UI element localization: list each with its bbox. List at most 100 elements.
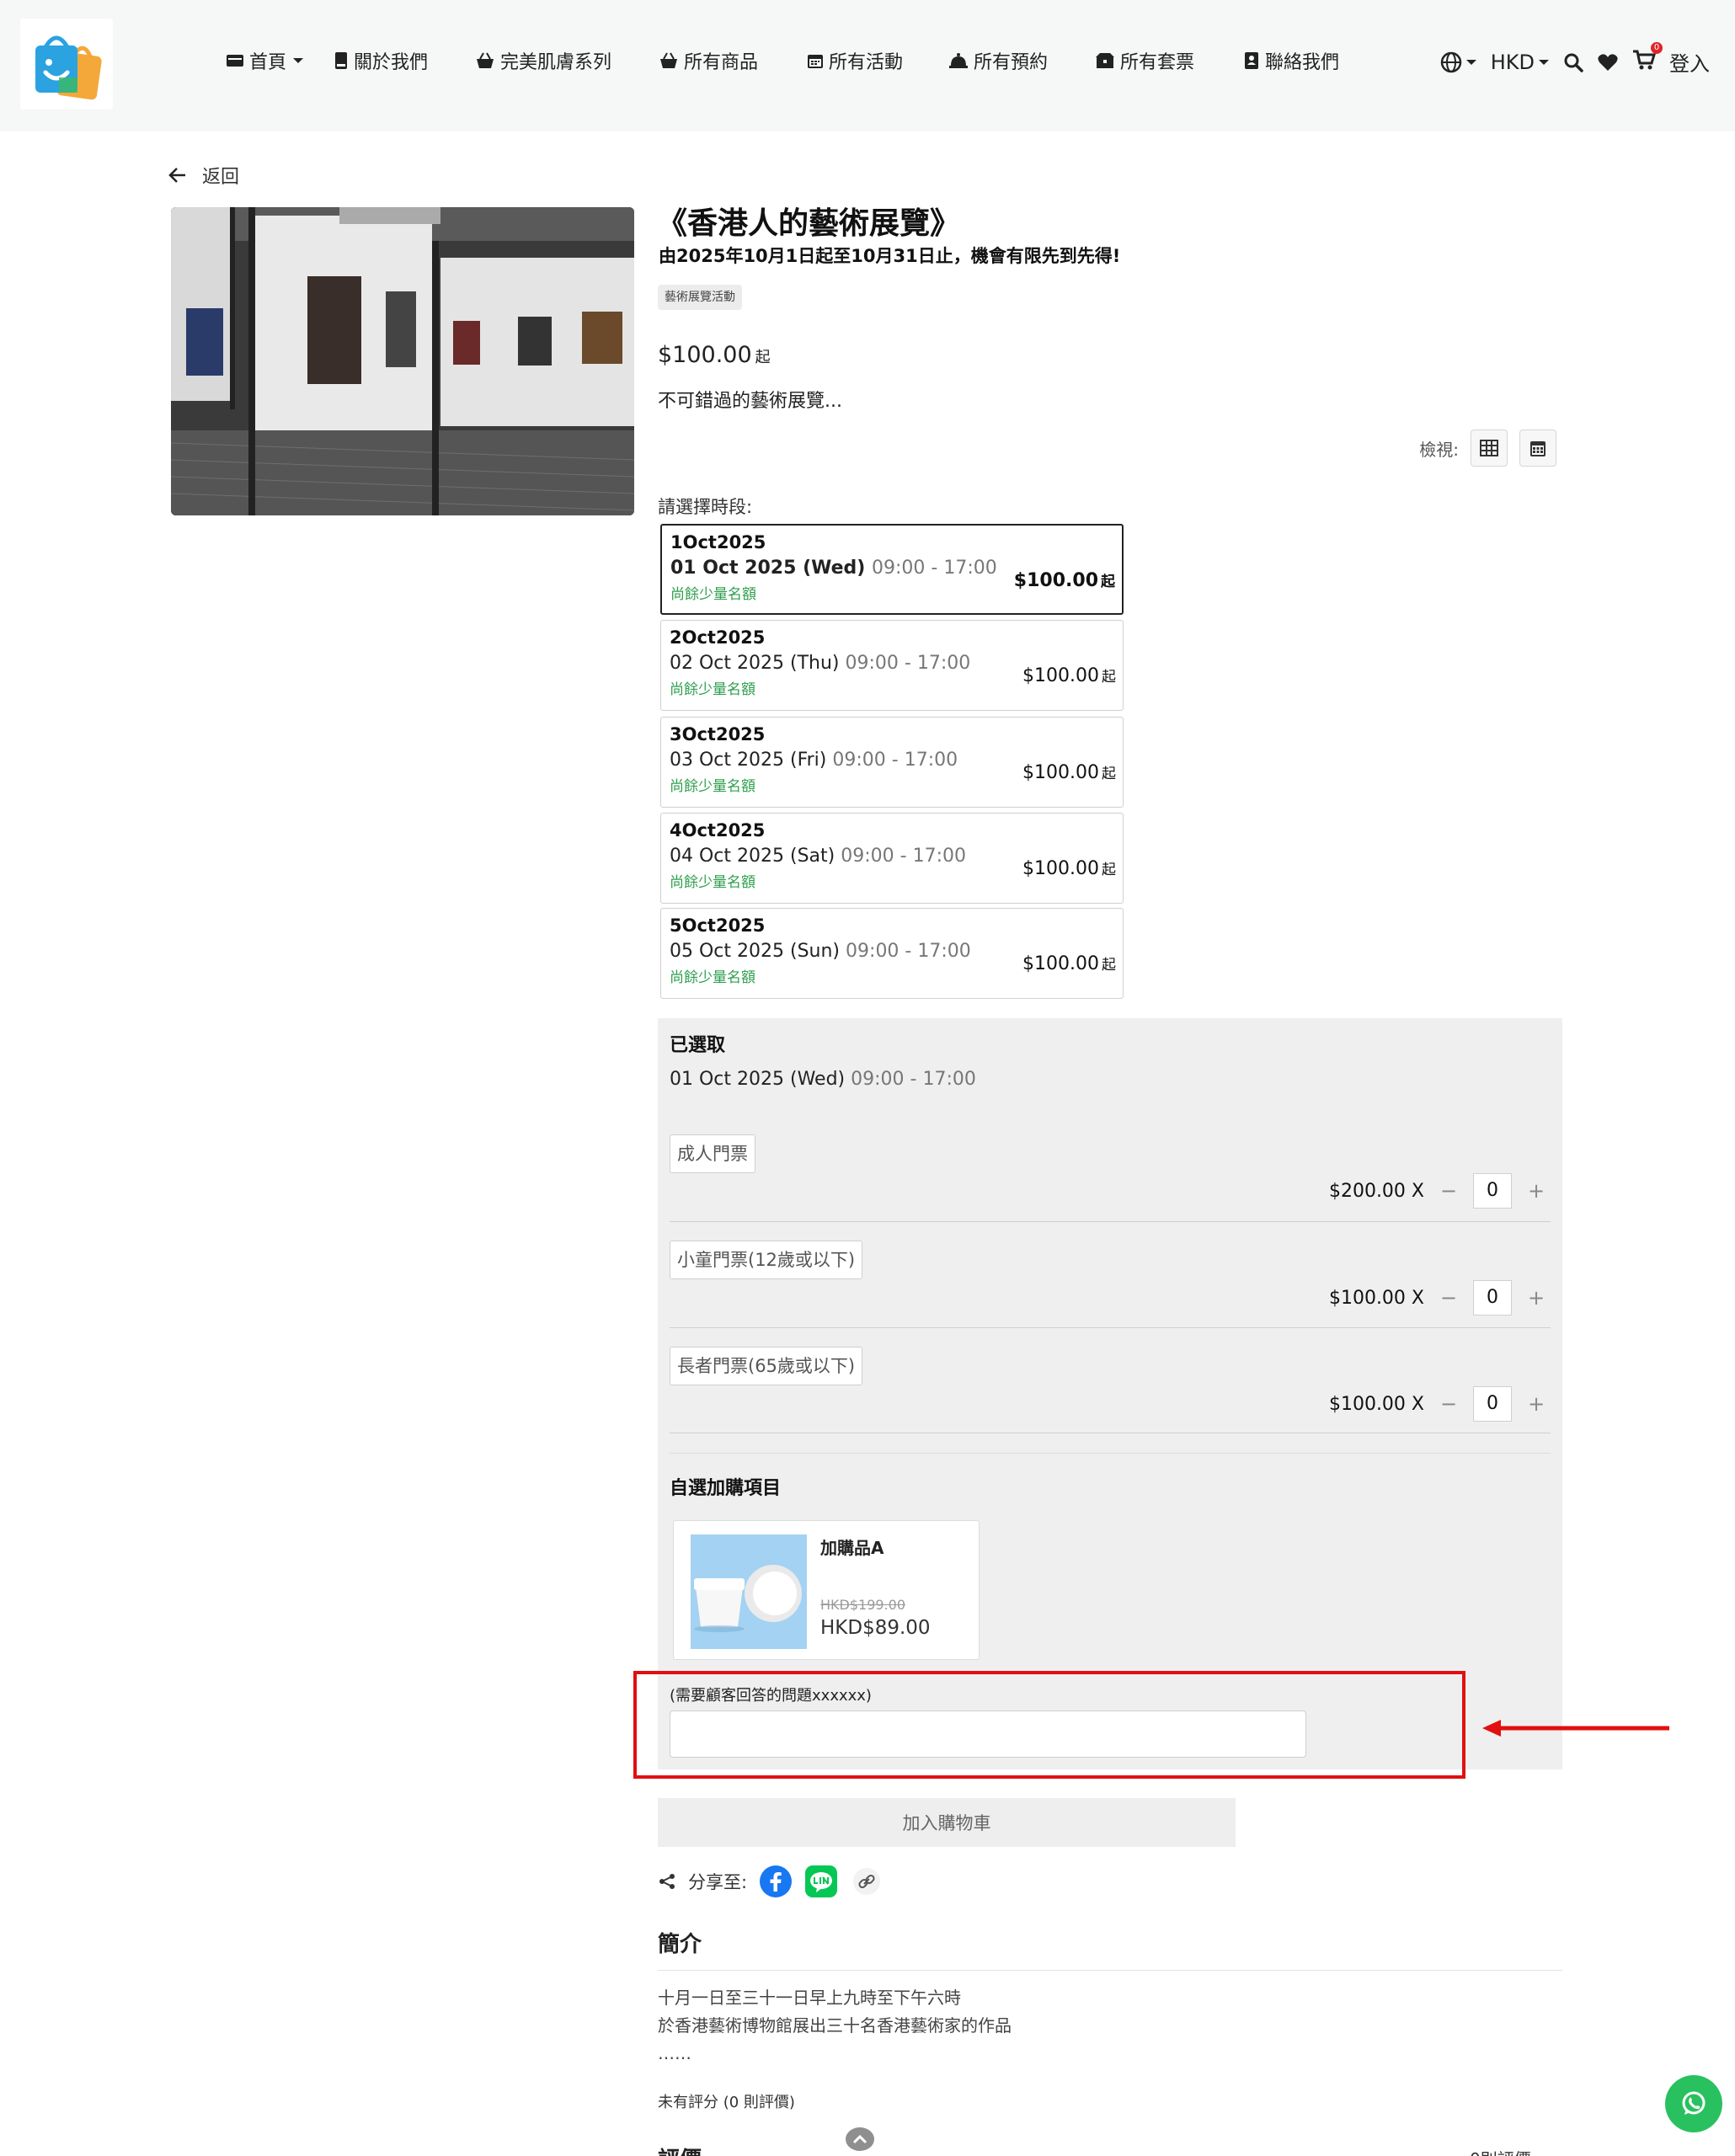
- time-slot-option[interactable]: 4Oct2025 04 Oct 2025 (Sat) 09:00 - 17:00…: [660, 813, 1124, 904]
- addon-product-card[interactable]: 加購品A HKD$199.00 HKD$89.00: [673, 1520, 980, 1660]
- nav-item-home[interactable]: 首頁: [226, 47, 305, 74]
- shopping-bags-logo-icon: [35, 35, 102, 100]
- divider: [670, 1453, 1551, 1454]
- search-icon[interactable]: [1563, 52, 1583, 72]
- reviews-heading: 評價: [658, 2143, 702, 2156]
- box-icon: [1096, 53, 1114, 68]
- nav-item-all-packages[interactable]: 所有套票: [1095, 47, 1194, 74]
- jar-photo-icon: [691, 1534, 807, 1649]
- nav-item-contact[interactable]: 聯絡我們: [1243, 47, 1339, 74]
- rating-summary: 未有評分 (0 則評價): [658, 2094, 795, 2111]
- arrow-left-annotation-icon: [1482, 1720, 1669, 1737]
- category-tag[interactable]: 藝術展覽活動: [658, 285, 742, 310]
- caret-down-icon: [1465, 59, 1476, 65]
- nav-item-skincare[interactable]: 完美肌膚系列: [475, 47, 611, 74]
- review-count: 0則評價: [1470, 2146, 1531, 2156]
- language-selector[interactable]: [1440, 51, 1477, 73]
- divider: [670, 1327, 1551, 1328]
- time-slot-option[interactable]: 3Oct2025 03 Oct 2025 (Fri) 09:00 - 17:00…: [660, 717, 1124, 808]
- site-logo[interactable]: [20, 19, 113, 109]
- calendar-icon: [808, 55, 823, 68]
- addon-original-price: HKD$199.00: [820, 1597, 906, 1613]
- divider: [658, 1970, 1562, 1971]
- nav-item-all-events[interactable]: 所有活動: [807, 47, 903, 74]
- addon-product-image: [691, 1534, 807, 1649]
- whatsapp-chat-button[interactable]: [1665, 2075, 1722, 2132]
- quantity-input[interactable]: 0: [1473, 1386, 1512, 1422]
- product-title: 《香港人的藝術展覽》: [657, 206, 961, 241]
- nav-item-all-products[interactable]: 所有商品: [659, 47, 758, 74]
- nav-item-all-bookings[interactable]: 所有預約: [948, 47, 1048, 74]
- back-link[interactable]: 返回: [168, 162, 239, 189]
- contact-icon: [1245, 52, 1258, 69]
- increase-button[interactable]: +: [1522, 1281, 1551, 1315]
- link-icon: [853, 1868, 881, 1895]
- nav-item-about[interactable]: 關於我們: [334, 47, 428, 74]
- time-slot-option[interactable]: 5Oct2025 05 Oct 2025 (Sun) 09:00 - 17:00…: [660, 908, 1124, 999]
- selected-slot-panel: 已選取 01 Oct 2025 (Wed) 09:00 - 17:00 成人門票…: [658, 1018, 1562, 1769]
- copy-link-button[interactable]: [850, 1865, 884, 1898]
- table-grid-icon: [1480, 440, 1498, 456]
- product-price: $100.00 起: [658, 342, 771, 368]
- add-to-cart-button[interactable]: 加入購物車: [658, 1798, 1236, 1847]
- basket-icon: [477, 52, 494, 68]
- ticket-type-label: 成人門票: [670, 1134, 755, 1173]
- ticket-type-label: 小童門票(12歲或以下): [670, 1241, 863, 1279]
- decrease-button[interactable]: −: [1434, 1281, 1463, 1315]
- calendar-icon: [1530, 441, 1545, 456]
- product-subtitle: 由2025年10月1日起至10月31日止，機會有限先到先得!: [659, 246, 1121, 266]
- line-icon: [805, 1865, 838, 1897]
- caret-down-icon: [1539, 59, 1549, 65]
- share-icon: [659, 1874, 675, 1889]
- product-short-description: 不可錯過的藝術展覽...: [658, 391, 842, 412]
- heart-icon[interactable]: [1597, 52, 1619, 72]
- increase-button[interactable]: +: [1522, 1387, 1551, 1421]
- share-row: 分享至:: [658, 1865, 884, 1898]
- cart-button[interactable]: 0: [1632, 41, 1663, 76]
- calendar-view-button[interactable]: [1519, 430, 1556, 467]
- header-actions: HKD 0 登入: [1440, 41, 1710, 77]
- bell-icon: [949, 53, 968, 68]
- login-link[interactable]: 登入: [1669, 47, 1710, 77]
- increase-button[interactable]: +: [1522, 1174, 1551, 1208]
- globe-icon: [1440, 51, 1461, 72]
- divider: [670, 1221, 1551, 1222]
- highlight-annotation-box: [633, 1671, 1465, 1779]
- line-share-button[interactable]: [804, 1865, 838, 1898]
- selected-date: 01 Oct 2025 (Wed) 09:00 - 17:00: [670, 1069, 976, 1090]
- view-toggle: 檢視:: [1419, 430, 1556, 467]
- chevron-up-icon: [852, 2134, 868, 2144]
- time-slot-option[interactable]: 1Oct2025 01 Oct 2025 (Wed) 09:00 - 17:00…: [660, 524, 1124, 615]
- facebook-share-button[interactable]: [759, 1865, 793, 1898]
- caret-down-icon: [293, 58, 304, 63]
- site-header: 首頁 關於我們 完美肌膚系列 所有商品 所有活動 所有預約 所有套票 聯絡我們 …: [0, 0, 1735, 131]
- currency-selector[interactable]: HKD: [1491, 51, 1550, 74]
- facebook-icon: [760, 1865, 793, 1897]
- quantity-input[interactable]: 0: [1473, 1280, 1512, 1315]
- arrow-left-icon: [168, 168, 185, 183]
- grid-view-button[interactable]: [1471, 430, 1508, 467]
- book-icon: [335, 52, 347, 69]
- slot-select-label: 請選擇時段:: [658, 497, 753, 517]
- card-icon: [227, 55, 243, 67]
- whatsapp-icon: [1682, 2091, 1706, 2115]
- scroll-to-top-button[interactable]: [846, 2127, 874, 2151]
- addon-section-title: 自選加購項目: [670, 1478, 782, 1499]
- addon-product-name: 加購品A: [820, 1538, 884, 1558]
- basket-icon: [660, 52, 677, 68]
- selected-title: 已選取: [670, 1035, 726, 1056]
- ticket-type-label: 長者門票(65歲或以下): [670, 1347, 863, 1385]
- intro-heading: 簡介: [658, 1932, 702, 1957]
- ticket-quantity-row: $100.00 X − 0 +: [1329, 1386, 1551, 1422]
- gallery-photo-icon: [171, 207, 634, 515]
- addon-sale-price: HKD$89.00: [820, 1617, 931, 1639]
- decrease-button[interactable]: −: [1434, 1174, 1463, 1208]
- ticket-quantity-row: $200.00 X − 0 +: [1329, 1173, 1551, 1209]
- time-slot-option[interactable]: 2Oct2025 02 Oct 2025 (Thu) 09:00 - 17:00…: [660, 620, 1124, 711]
- product-image: [171, 207, 634, 515]
- quantity-input[interactable]: 0: [1473, 1173, 1512, 1209]
- ticket-quantity-row: $100.00 X − 0 +: [1329, 1280, 1551, 1315]
- decrease-button[interactable]: −: [1434, 1387, 1463, 1421]
- intro-text: 十月一日至三十一日早上九時至下午六時 於香港藝術博物館展出三十名香港藝術家的作品…: [658, 1988, 1012, 2063]
- cart-count-badge: 0: [1651, 41, 1663, 54]
